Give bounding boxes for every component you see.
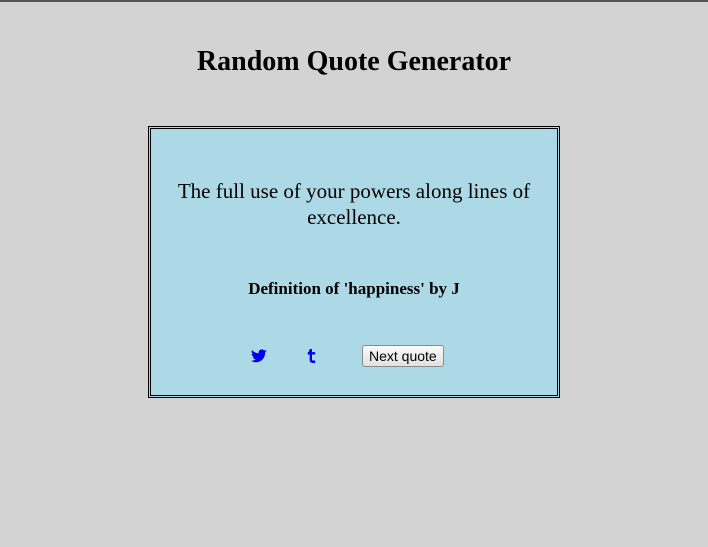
page-title: Random Quote Generator <box>196 46 512 77</box>
twitter-icon <box>251 348 267 364</box>
top-border <box>0 0 708 2</box>
next-quote-button[interactable]: Next quote <box>362 345 444 367</box>
quote-controls: Next quote <box>151 344 557 368</box>
quote-author: Definition of 'happiness' by J <box>248 279 460 298</box>
tumblr-icon <box>307 348 317 364</box>
tweet-quote-link[interactable] <box>251 348 267 364</box>
quote-text: The full use of your powers along lines … <box>177 179 531 229</box>
tumblr-share-link[interactable] <box>307 348 317 364</box>
quote-box: The full use of your powers along lines … <box>148 126 560 398</box>
